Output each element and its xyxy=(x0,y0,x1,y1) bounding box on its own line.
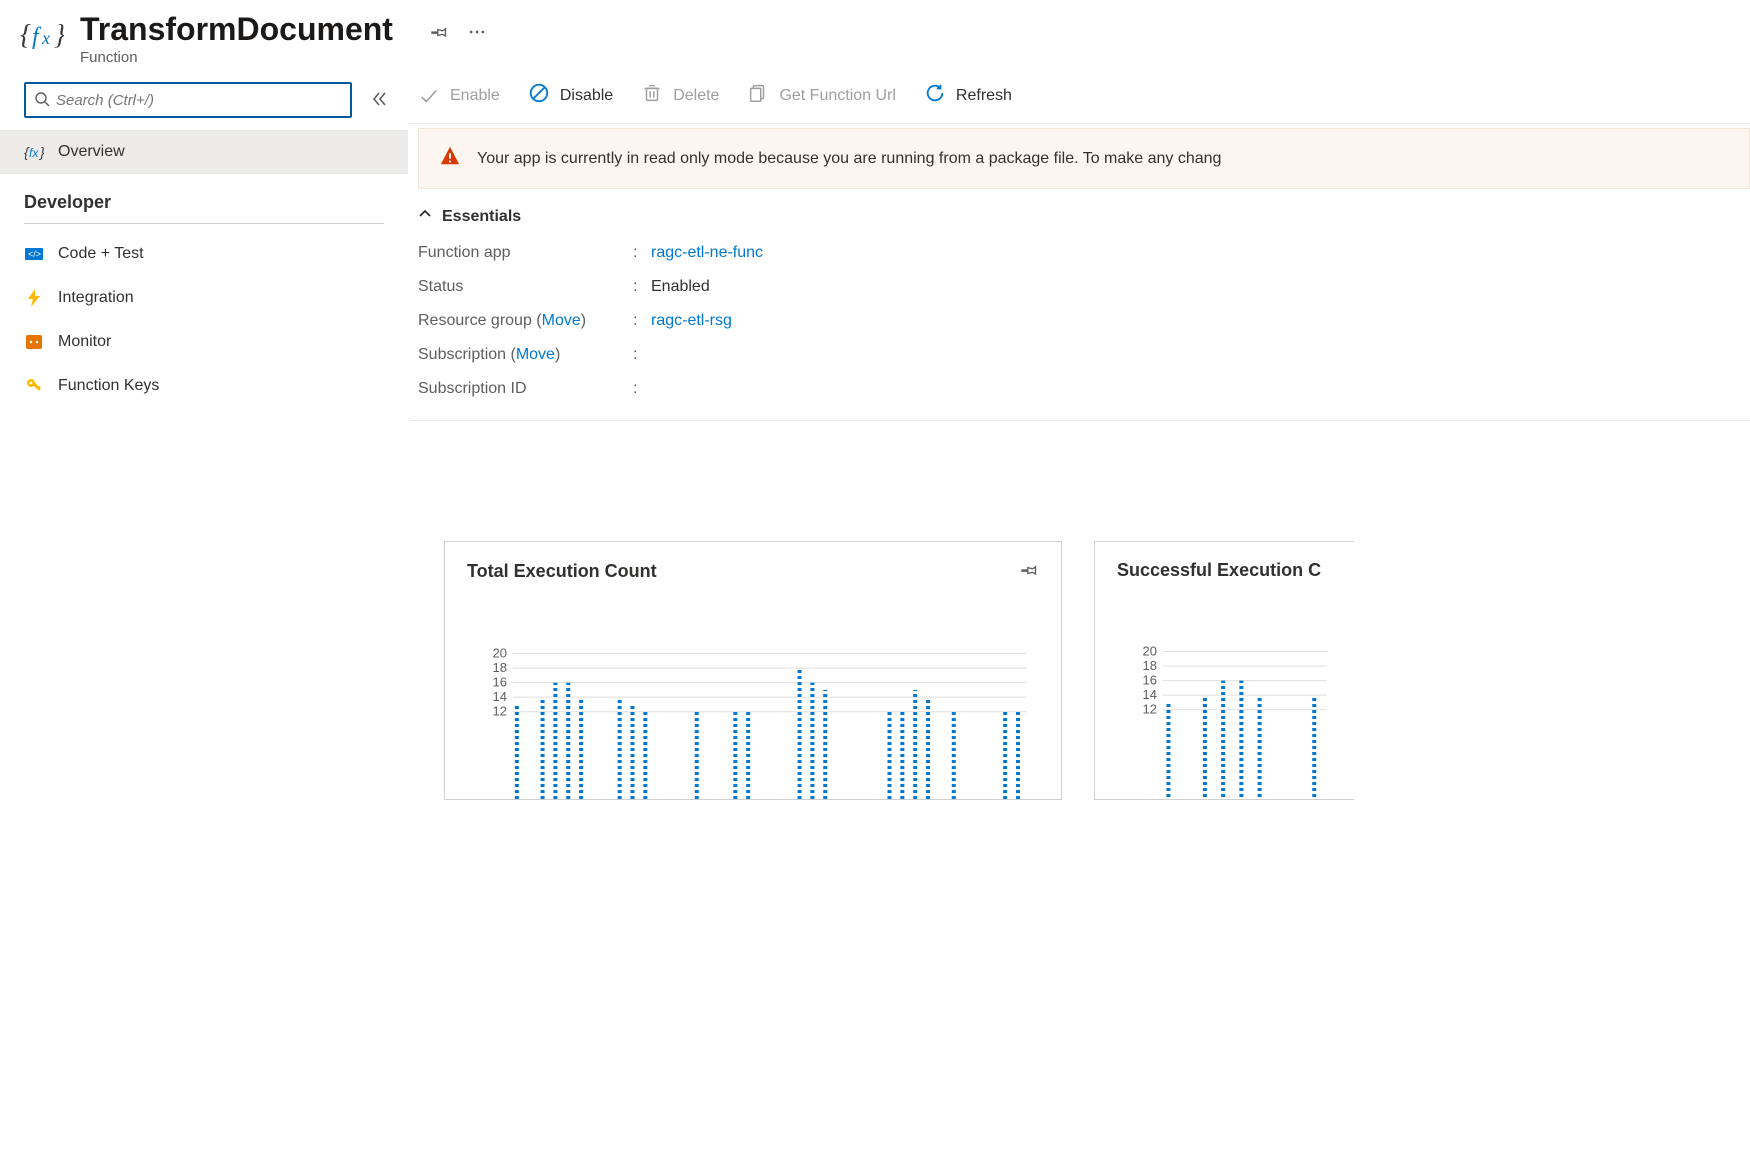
lightning-icon xyxy=(24,288,44,308)
sidebar-item-label: Function Keys xyxy=(58,377,159,395)
disable-icon xyxy=(528,82,550,109)
svg-text:18: 18 xyxy=(493,660,507,675)
chart-title: Successful Execution C xyxy=(1117,560,1321,581)
readonly-alert: Your app is currently in read only mode … xyxy=(418,128,1750,189)
warning-icon xyxy=(439,145,461,172)
svg-text:14: 14 xyxy=(493,689,507,704)
sidebar-item-label: Monitor xyxy=(58,333,111,351)
sidebar-item-code-test[interactable]: </> Code + Test xyxy=(0,232,408,276)
chart-card-total-execution: Total Execution Count 1214161820 xyxy=(444,541,1062,800)
svg-text:</>: </> xyxy=(28,249,41,259)
command-bar: Enable Disable Delete xyxy=(408,74,1750,124)
ess-label: Subscription ID xyxy=(418,380,633,398)
chevron-up-icon xyxy=(418,207,432,226)
essentials-toggle[interactable]: Essentials xyxy=(418,207,1750,236)
toolbar-label: Get Function Url xyxy=(779,87,895,105)
ess-value: Enabled xyxy=(651,278,710,296)
delete-button: Delete xyxy=(641,82,719,109)
chart-plot: 1214161820 xyxy=(1117,637,1332,797)
ess-value-link[interactable]: ragc-etl-ne-func xyxy=(651,244,763,262)
collapse-sidebar-button[interactable] xyxy=(370,90,388,111)
svg-text:20: 20 xyxy=(1143,644,1157,659)
svg-text:16: 16 xyxy=(1143,673,1157,688)
toolbar-label: Enable xyxy=(450,87,500,105)
page-header: { f x } TransformDocument Function xyxy=(0,0,1750,74)
toolbar-label: Delete xyxy=(673,87,719,105)
charts-row: Total Execution Count 1214161820 Success… xyxy=(408,421,1750,800)
code-icon: </> xyxy=(24,244,44,264)
ess-value-link[interactable]: ragc-etl-rsg xyxy=(651,312,732,330)
svg-text:}: } xyxy=(54,20,64,51)
svg-text:20: 20 xyxy=(493,646,507,661)
svg-text:f: f xyxy=(32,24,42,50)
ess-label: Function app xyxy=(418,244,633,262)
sidebar-item-function-keys[interactable]: Function Keys xyxy=(0,364,408,408)
essentials-section: Essentials Function app : ragc-etl-ne-fu… xyxy=(410,189,1750,421)
page-title: TransformDocument xyxy=(80,12,393,47)
search-input[interactable] xyxy=(56,92,342,109)
fx-icon: {fx} xyxy=(24,142,44,162)
svg-text:14: 14 xyxy=(1143,687,1157,702)
divider xyxy=(24,223,384,224)
sidebar-item-integration[interactable]: Integration xyxy=(0,276,408,320)
chart-card-successful-execution: Successful Execution C 1214161820 xyxy=(1094,541,1354,800)
toolbar-label: Disable xyxy=(560,87,613,105)
trash-icon xyxy=(641,82,663,109)
search-icon xyxy=(34,91,50,110)
chart-title: Total Execution Count xyxy=(467,561,657,582)
svg-text:x: x xyxy=(41,28,50,48)
move-link[interactable]: Move xyxy=(542,312,581,329)
sidebar-item-overview[interactable]: {fx} Overview xyxy=(0,130,408,174)
more-button[interactable] xyxy=(467,22,487,42)
function-fx-icon: { f x } xyxy=(20,14,64,58)
essentials-row-status: Status : Enabled xyxy=(418,270,1750,304)
page-subtitle: Function xyxy=(80,49,393,66)
toolbar-label: Refresh xyxy=(956,87,1012,105)
essentials-row-subscription-id: Subscription ID : xyxy=(418,372,1750,406)
get-function-url-button: Get Function Url xyxy=(747,82,895,109)
key-icon xyxy=(24,376,44,396)
monitor-icon xyxy=(24,332,44,352)
ess-label: Status xyxy=(418,278,633,296)
sidebar: {fx} Overview Developer </> Code + Test … xyxy=(0,74,408,1151)
refresh-icon xyxy=(924,82,946,109)
essentials-row-resource-group: Resource group (Move) : ragc-etl-rsg xyxy=(418,304,1750,338)
svg-text:fx: fx xyxy=(29,146,39,160)
pin-chart-button[interactable] xyxy=(1019,560,1039,583)
sidebar-item-label: Overview xyxy=(58,143,125,161)
svg-text:{: { xyxy=(20,20,31,51)
pin-button[interactable] xyxy=(429,22,449,42)
sidebar-item-label: Integration xyxy=(58,289,134,307)
alert-text: Your app is currently in read only mode … xyxy=(477,150,1221,168)
disable-button[interactable]: Disable xyxy=(528,82,613,109)
svg-text:18: 18 xyxy=(1143,658,1157,673)
svg-text:12: 12 xyxy=(1143,702,1157,717)
search-box[interactable] xyxy=(24,82,352,118)
sidebar-item-label: Code + Test xyxy=(58,245,144,263)
svg-text:}: } xyxy=(38,144,44,160)
enable-button: Enable xyxy=(418,85,500,107)
ess-label: Subscription (Move) xyxy=(418,346,633,364)
move-link[interactable]: Move xyxy=(516,346,555,363)
chart-plot: 1214161820 xyxy=(467,639,1039,799)
ess-label: Resource group (Move) xyxy=(418,312,633,330)
essentials-row-subscription: Subscription (Move) : xyxy=(418,338,1750,372)
refresh-button[interactable]: Refresh xyxy=(924,82,1012,109)
copy-icon xyxy=(747,82,769,109)
essentials-row-function-app: Function app : ragc-etl-ne-func xyxy=(418,236,1750,270)
section-developer: Developer xyxy=(0,174,408,219)
main-content: Enable Disable Delete xyxy=(408,74,1750,1151)
svg-text:16: 16 xyxy=(493,675,507,690)
sidebar-item-monitor[interactable]: Monitor xyxy=(0,320,408,364)
svg-text:12: 12 xyxy=(493,704,507,719)
essentials-title: Essentials xyxy=(442,208,521,226)
